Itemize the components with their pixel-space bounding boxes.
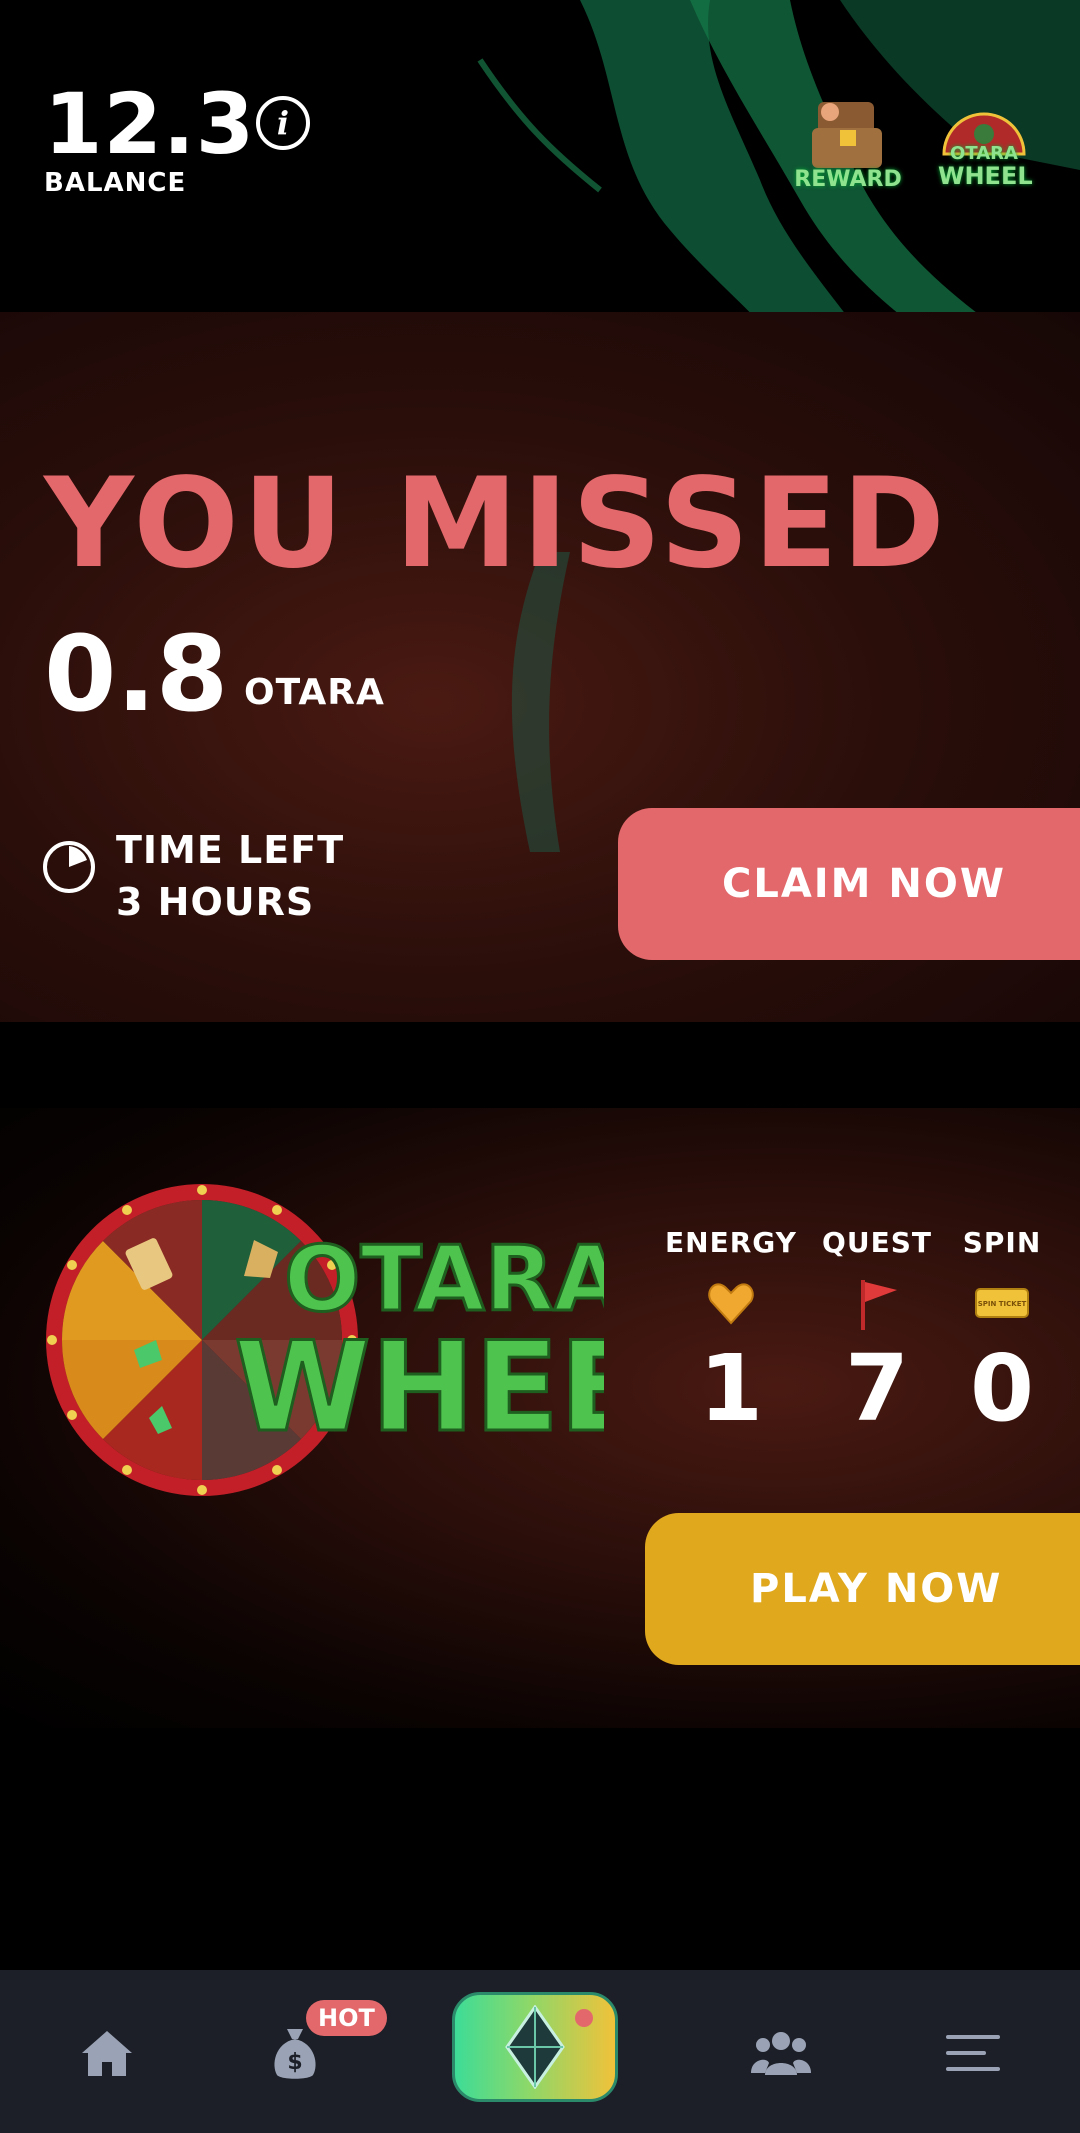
time-left-block: TIME LEFT 3 HOURS [116,824,344,928]
stat-energy-label: ENERGY [665,1226,797,1259]
nav-menu[interactable] [938,2018,1008,2088]
claim-now-button[interactable]: CLAIM NOW [618,808,1080,960]
heart-gem-icon [656,1273,806,1333]
svg-text:$: $ [287,2050,302,2075]
users-icon [751,2032,811,2075]
ticket-text: SPIN TICKET [978,1300,1027,1308]
bottom-navigation: $ HOT [0,1970,1080,2133]
reward-button[interactable]: REWARD [790,96,906,192]
menu-icon [946,2035,1000,2071]
notification-dot [575,2009,593,2027]
stat-spin: SPIN SPIN TICKET 0 [927,1226,1077,1437]
info-button[interactable]: i [256,96,310,150]
diamond-icon [505,2005,565,2089]
stat-energy: ENERGY 1 [656,1226,806,1437]
balance-value: 12.3 [44,75,256,173]
stat-spin-label: SPIN [962,1226,1042,1259]
stat-spin-value: 0 [969,1335,1034,1442]
reward-label: REWARD [794,167,902,192]
nav-home[interactable] [72,2018,142,2088]
top-hero: 12.3 BALANCE i REWARD OTARA WHEEL [0,0,1080,312]
otara-wheel-logo: OTARA WHEEL [44,1180,724,1500]
time-left-label: TIME LEFT [116,828,345,872]
panel-vine-decoration [511,552,570,852]
wheel-logo-bottom: WHEEL [234,1316,604,1460]
wheel-shortcut-label-bottom: WHEEL [938,162,1033,190]
balance-block: 12.3 BALANCE [44,82,255,198]
wheel-illustration: OTARA WHEEL [46,1184,724,1496]
nav-friends[interactable] [746,2018,816,2088]
time-left-value: 3 HOURS [116,880,315,924]
missed-unit: OTARA [244,672,385,713]
home-icon [82,2031,132,2076]
hot-badge: HOT [306,2000,387,2036]
info-icon: i [276,104,290,142]
missed-amount: 0.8 [44,613,229,735]
otara-wheel-shortcut[interactable]: OTARA WHEEL [938,94,1033,190]
timer-icon [43,841,95,893]
wheel-shortcut-label-top: OTARA [950,143,1018,164]
missed-reward-panel: YOU MISSED 0.8 OTARA TIME LEFT 3 HOURS C… [0,312,1080,1022]
missed-title: YOU MISSED [44,452,949,596]
otara-wheel-panel: OTARA WHEEL ENERGY 1 QUEST 7 SPIN SPIN T… [0,1108,1080,1728]
stat-energy-value: 1 [698,1335,763,1442]
spin-ticket-icon: SPIN TICKET [927,1273,1077,1333]
nav-main[interactable] [452,1992,618,2102]
play-now-button[interactable]: PLAY NOW [645,1513,1080,1665]
